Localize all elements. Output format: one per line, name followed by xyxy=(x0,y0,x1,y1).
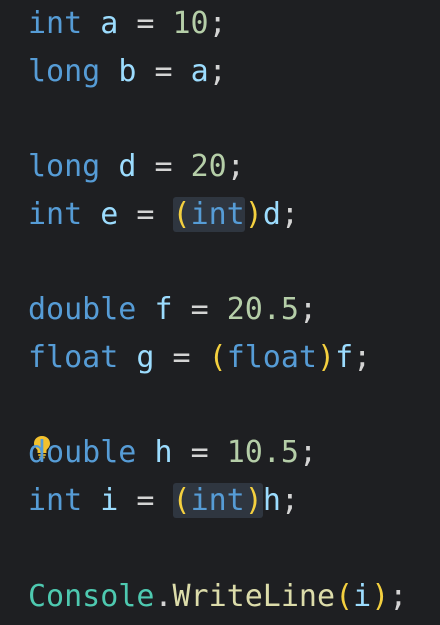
code-line-2: long b = a; xyxy=(28,52,227,92)
open-paren: ( xyxy=(335,579,354,614)
assign-operator: = xyxy=(154,149,173,184)
semicolon: ; xyxy=(208,6,227,41)
cast-type: int xyxy=(190,483,245,518)
keyword-type: long xyxy=(28,149,101,184)
semicolon: ; xyxy=(353,340,372,375)
number-literal: 20.5 xyxy=(226,292,299,327)
code-line-9: Console.WriteLine(i); xyxy=(28,577,407,617)
open-paren: ( xyxy=(208,340,227,375)
code-line-1: int a = 10; xyxy=(28,4,227,44)
close-paren: ) xyxy=(317,340,336,375)
semicolon: ; xyxy=(208,54,227,89)
variable-name: f xyxy=(154,292,173,327)
code-line-8: int i = (int)h; xyxy=(28,481,299,521)
dot-operator: . xyxy=(154,579,173,614)
variable-name: e xyxy=(100,197,119,232)
cast-type: int xyxy=(190,197,245,232)
semicolon: ; xyxy=(298,435,317,470)
code-line-6: float g = (float)f; xyxy=(28,338,371,378)
variable-name: d xyxy=(118,149,137,184)
variable-ref: f xyxy=(335,340,354,375)
assign-operator: = xyxy=(190,435,209,470)
class-name: Console xyxy=(28,579,155,614)
assign-operator: = xyxy=(172,340,191,375)
code-editor[interactable]: int a = 10; long b = a; long d = 20; int… xyxy=(0,0,440,625)
cast-highlight: (int) xyxy=(172,483,263,518)
assign-operator: = xyxy=(190,292,209,327)
semicolon: ; xyxy=(280,483,299,518)
keyword-type: int xyxy=(28,6,83,41)
variable-name: g xyxy=(136,340,155,375)
cast-highlight: (int xyxy=(172,197,245,232)
close-paren: ) xyxy=(371,579,390,614)
keyword-type: double xyxy=(28,435,137,470)
semicolon: ; xyxy=(389,579,408,614)
semicolon: ; xyxy=(298,292,317,327)
semicolon: ; xyxy=(280,197,299,232)
argument: i xyxy=(353,579,372,614)
method-name: WriteLine xyxy=(172,579,336,614)
close-paren: ) xyxy=(244,483,263,518)
variable-name: i xyxy=(100,483,119,518)
open-paren: ( xyxy=(172,483,191,518)
code-line-3: long d = 20; xyxy=(28,147,245,187)
variable-ref: d xyxy=(262,197,281,232)
keyword-type: int xyxy=(28,197,83,232)
number-literal: 20 xyxy=(190,149,227,184)
code-line-5: double f = 20.5; xyxy=(28,290,317,330)
variable-name: h xyxy=(154,435,173,470)
open-paren: ( xyxy=(172,197,191,232)
cast-type: float xyxy=(226,340,317,375)
code-line-7: double h = 10.5; xyxy=(28,433,317,473)
keyword-type: double xyxy=(28,292,137,327)
code-line-4: int e = (int)d; xyxy=(28,195,299,235)
keyword-type: int xyxy=(28,483,83,518)
assign-operator: = xyxy=(154,54,173,89)
assign-operator: = xyxy=(136,6,155,41)
number-literal: 10.5 xyxy=(226,435,299,470)
semicolon: ; xyxy=(226,149,245,184)
variable-name: a xyxy=(100,6,119,41)
number-literal: 10 xyxy=(172,6,209,41)
assign-operator: = xyxy=(136,483,155,518)
variable-ref: a xyxy=(190,54,209,89)
assign-operator: = xyxy=(136,197,155,232)
keyword-type: float xyxy=(28,340,119,375)
variable-name: b xyxy=(118,54,137,89)
keyword-type: long xyxy=(28,54,101,89)
close-paren: ) xyxy=(244,197,263,232)
variable-ref: h xyxy=(262,483,281,518)
